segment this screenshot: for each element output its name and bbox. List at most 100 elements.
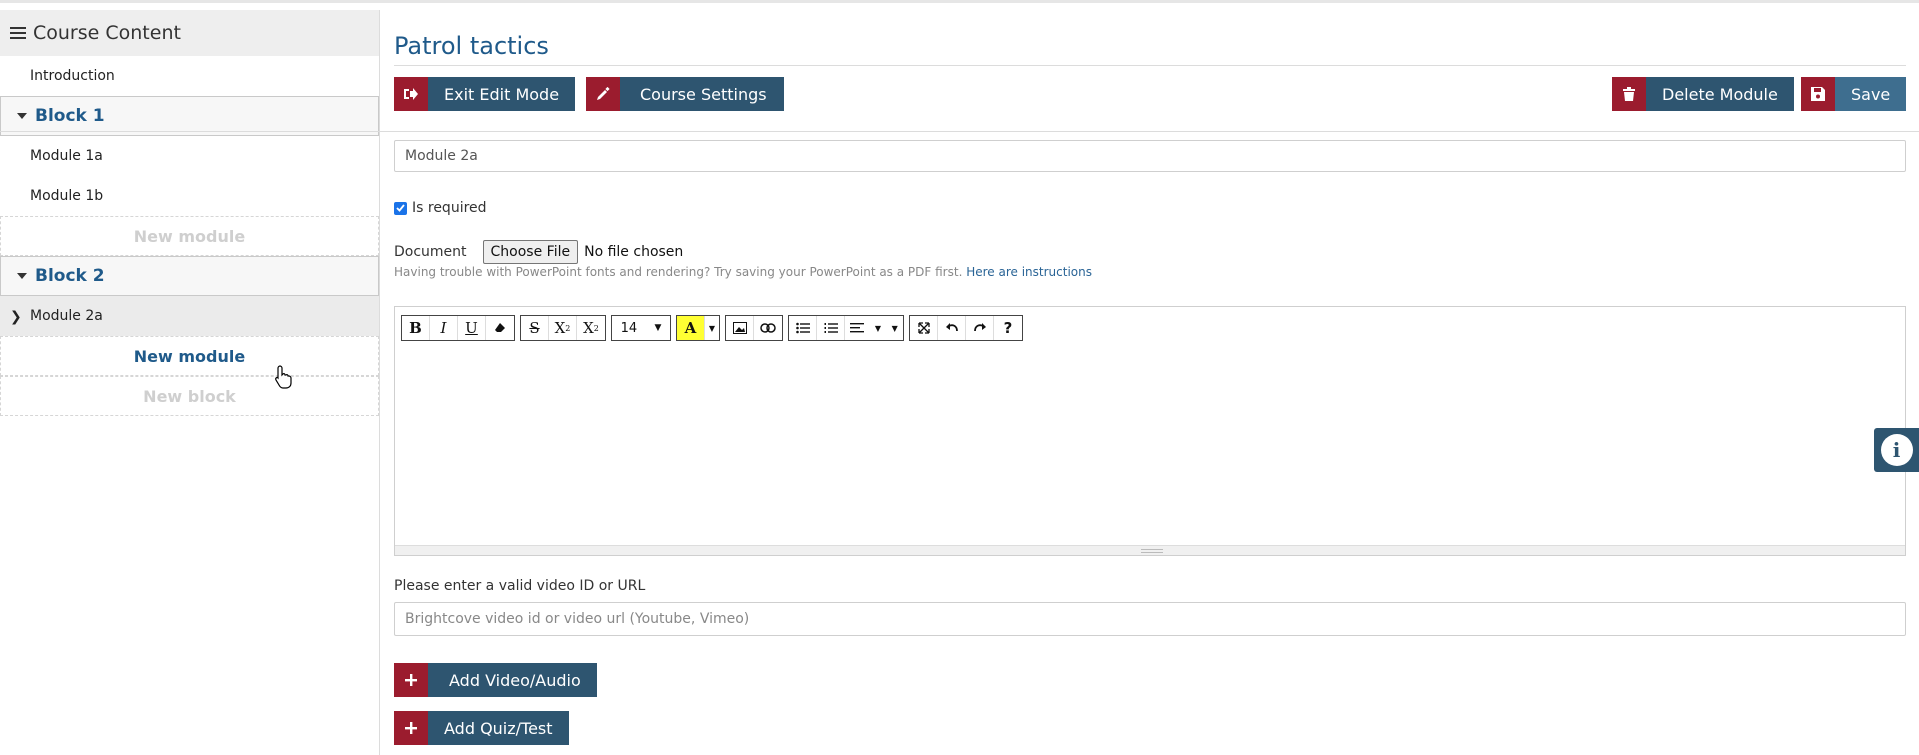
image-icon[interactable] [726, 316, 754, 340]
superscript-icon[interactable]: X2 [549, 316, 577, 340]
pencil-icon [586, 77, 620, 111]
underline-icon[interactable]: U [458, 316, 486, 340]
strikethrough-icon[interactable]: S [521, 316, 549, 340]
video-field-label: Please enter a valid video ID or URL [394, 578, 646, 594]
sidebar-item-module-1b[interactable]: Module 1b [0, 176, 379, 216]
exit-edit-mode-button[interactable]: Exit Edit Mode [394, 77, 576, 111]
hamburger-icon[interactable] [10, 24, 26, 42]
button-label: Add Video/Audio [428, 663, 597, 697]
resize-grip-icon[interactable] [1141, 549, 1163, 553]
sidebar-item-introduction[interactable]: Introduction [0, 56, 379, 96]
new-module-label: New module [133, 346, 246, 366]
link-icon[interactable] [754, 316, 782, 340]
sign-out-icon [394, 77, 428, 111]
video-url-placeholder: Brightcove video id or video url (Youtub… [405, 611, 750, 627]
page-title: Patrol tactics [394, 32, 549, 60]
editor-resize-bar[interactable] [395, 545, 1905, 555]
is-required-checkbox[interactable] [394, 201, 407, 215]
top-border [0, 0, 1919, 3]
list-group: ▼ ▼ [788, 315, 904, 341]
is-required-label: Is required [412, 200, 487, 216]
align-left-icon [850, 323, 865, 333]
button-label: Delete Module [1646, 77, 1794, 111]
redo-icon[interactable] [966, 316, 994, 340]
font-size-select[interactable]: 14 ▼ [612, 316, 670, 340]
block-label: Block 1 [35, 106, 105, 126]
sidebar-item-module-2a[interactable]: ❯ Module 2a [0, 296, 379, 336]
caret-down-icon: ▼ [874, 323, 881, 333]
new-block-button[interactable]: New block [0, 376, 379, 416]
font-size-value: 14 [620, 320, 638, 336]
bold-icon[interactable]: B [402, 316, 430, 340]
caret-down-icon[interactable] [17, 273, 27, 279]
insert-group [725, 315, 783, 341]
hint-text: Having trouble with PowerPoint fonts and… [394, 265, 963, 279]
sidebar-item-label: Module 2a [30, 308, 103, 324]
sidebar-item-label: Introduction [30, 68, 115, 84]
title-divider [394, 65, 1906, 66]
highlight-color-icon[interactable]: A [677, 316, 705, 340]
format-group: B I U [401, 315, 515, 341]
block-1-header[interactable]: Block 1 [0, 96, 379, 136]
chevron-right-icon: ❯ [10, 309, 22, 325]
sidebar-header[interactable]: Course Content [0, 10, 379, 56]
instructions-link[interactable]: Here are instructions [966, 265, 1092, 279]
course-settings-button[interactable]: Course Settings [586, 77, 784, 111]
is-required-row: Is required [394, 200, 487, 216]
rich-text-editor[interactable]: B I U S X2 X2 14 ▼ A ▼ ▼ ▼ ? [394, 306, 1906, 556]
button-label: Course Settings [620, 77, 784, 111]
info-icon[interactable]: i [1880, 434, 1913, 466]
italic-icon[interactable]: I [430, 316, 458, 340]
plus-icon [394, 663, 428, 697]
subscript-icon[interactable]: X2 [577, 316, 605, 340]
align-select[interactable]: ▼ ▼ [845, 316, 903, 340]
sidebar-item-label: Module 1b [30, 188, 104, 204]
info-tab[interactable]: i [1874, 428, 1919, 472]
sidebar-item-label: Module 1a [30, 148, 103, 164]
hand-cursor-icon [275, 365, 292, 389]
font-size-group: 14 ▼ [611, 315, 671, 341]
module-name-input[interactable]: Module 2a [394, 140, 1906, 172]
eraser-icon[interactable] [486, 316, 514, 340]
button-label: Save [1835, 77, 1907, 111]
save-icon [1801, 77, 1835, 111]
numbered-list-icon[interactable] [817, 316, 845, 340]
new-block-label: New block [143, 386, 236, 406]
button-label: Add Quiz/Test [428, 711, 569, 745]
caret-down-icon[interactable] [17, 113, 27, 119]
caret-down-icon: ▼ [654, 323, 662, 333]
save-button[interactable]: Save [1801, 77, 1907, 111]
caret-down-icon[interactable]: ▼ [705, 316, 719, 340]
choose-file-button[interactable]: Choose File [482, 240, 579, 264]
sidebar-title: Course Content [33, 22, 181, 44]
fullscreen-icon[interactable] [910, 316, 938, 340]
delete-module-button[interactable]: Delete Module [1612, 77, 1794, 111]
powerpoint-hint: Having trouble with PowerPoint fonts and… [394, 265, 1092, 279]
editor-toolbar: B I U S X2 X2 14 ▼ A ▼ ▼ ▼ ? [401, 315, 1028, 341]
add-quiz-test-button[interactable]: Add Quiz/Test [394, 711, 569, 745]
color-group: A ▼ [676, 315, 720, 341]
trash-icon [1612, 77, 1646, 111]
toolbar-divider [0, 131, 1919, 132]
document-row: Document Choose File No file chosen [394, 240, 683, 264]
add-video-audio-button[interactable]: Add Video/Audio [394, 663, 597, 697]
script-group: S X2 X2 [520, 315, 606, 341]
block-2-header[interactable]: Block 2 [0, 256, 379, 296]
course-content-sidebar: Course Content Introduction Block 1 Modu… [0, 10, 380, 755]
button-label: Exit Edit Mode [428, 77, 576, 111]
block-label: Block 2 [35, 266, 105, 286]
no-file-chosen-text: No file chosen [584, 244, 684, 260]
misc-group: ? [909, 315, 1023, 341]
video-url-input[interactable]: Brightcove video id or video url (Youtub… [394, 602, 1906, 636]
new-module-button-block-2[interactable]: New module [0, 336, 379, 376]
plus-icon [394, 711, 428, 745]
new-module-button-block-1[interactable]: New module [0, 216, 379, 256]
caret-down-icon: ▼ [891, 323, 898, 333]
bullet-list-icon[interactable] [789, 316, 817, 340]
module-name-value: Module 2a [405, 148, 478, 164]
sidebar-item-module-1a[interactable]: Module 1a [0, 136, 379, 176]
document-label: Document [394, 244, 467, 260]
help-icon[interactable]: ? [994, 316, 1022, 340]
undo-icon[interactable] [938, 316, 966, 340]
new-module-label: New module [133, 226, 246, 246]
